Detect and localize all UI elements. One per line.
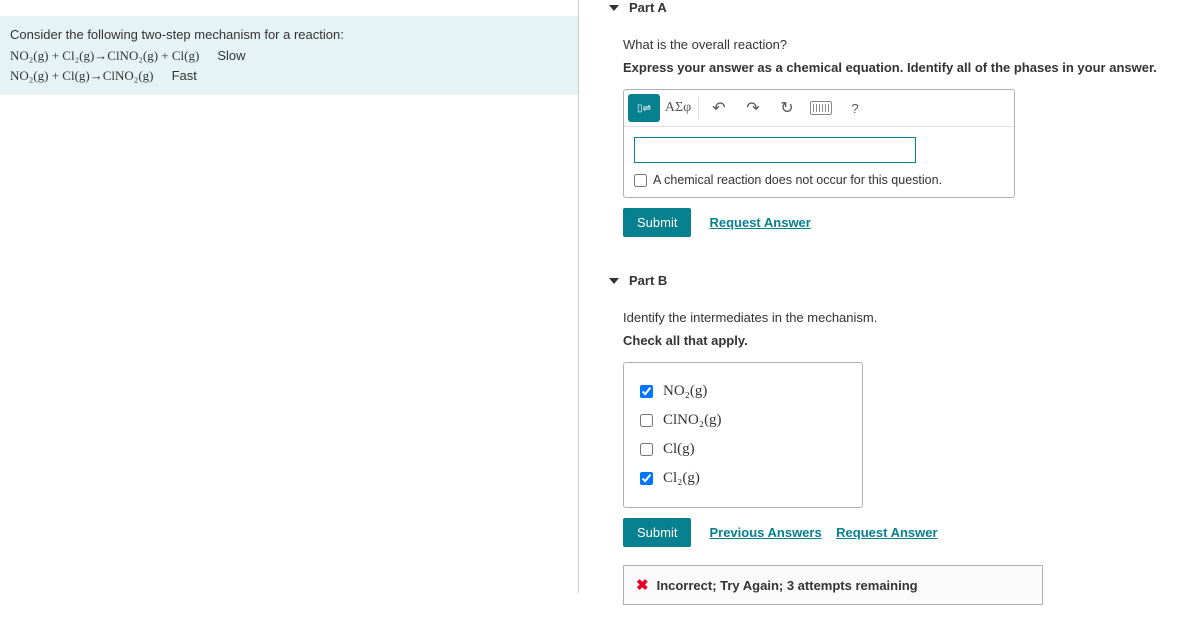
feedback-text: Incorrect; Try Again; 3 attempts remaini… <box>657 578 918 593</box>
part-b-actions: Submit Previous Answers Request Answer <box>623 518 1200 547</box>
option-label: Cl₂(g) <box>663 470 700 487</box>
part-b-instruction: Check all that apply. <box>623 333 1200 348</box>
submit-button[interactable]: Submit <box>623 208 691 237</box>
option-row: ClNO₂(g) <box>640 406 846 435</box>
option-row: NO₂(g) <box>640 377 846 406</box>
equation-input[interactable] <box>634 137 916 163</box>
submit-button[interactable]: Submit <box>623 518 691 547</box>
part-b-header[interactable]: Part B <box>609 273 1200 294</box>
problem-step1: NO₂(g) + Cl₂(g)→ClNO₂(g) + Cl(g) Slow <box>10 46 568 66</box>
part-a-actions: Submit Request Answer <box>623 208 1200 237</box>
option-label: Cl(g) <box>663 441 695 458</box>
caret-down-icon <box>609 278 619 284</box>
problem-statement-panel: Consider the following two-step mechanis… <box>0 16 578 95</box>
help-button[interactable]: ? <box>839 94 871 122</box>
redo-button[interactable]: ↷ <box>737 94 769 122</box>
undo-button[interactable]: ↶ <box>703 94 735 122</box>
caret-down-icon <box>609 5 619 11</box>
option-row: Cl(g) <box>640 435 846 464</box>
part-a-header[interactable]: Part A <box>609 0 1200 21</box>
option-checkbox-cl[interactable] <box>640 443 653 456</box>
equation-editor: ▯⇌ ΑΣφ ↶ ↷ ↻ ? A chemical reaction does … <box>623 89 1015 198</box>
options-box: NO₂(g) ClNO₂(g) Cl(g) Cl₂(g) <box>623 362 863 508</box>
answer-panel: Part A What is the overall reaction? Exp… <box>578 0 1200 593</box>
keyboard-icon <box>810 101 832 115</box>
part-a-question: What is the overall reaction? <box>623 37 1200 52</box>
option-checkbox-cl2[interactable] <box>640 472 653 485</box>
option-row: Cl₂(g) <box>640 464 846 493</box>
option-checkbox-no2[interactable] <box>640 385 653 398</box>
no-reaction-checkbox[interactable] <box>634 174 647 187</box>
option-checkbox-clno2[interactable] <box>640 414 653 427</box>
problem-box: Consider the following two-step mechanis… <box>0 16 578 95</box>
no-reaction-label: A chemical reaction does not occur for t… <box>653 173 942 187</box>
part-b-content: Identify the intermediates in the mechan… <box>597 294 1200 623</box>
greek-letters-button[interactable]: ΑΣφ <box>662 94 694 122</box>
feedback-box: ✖ Incorrect; Try Again; 3 attempts remai… <box>623 565 1043 605</box>
part-a-content: What is the overall reaction? Express yo… <box>597 21 1200 273</box>
no-reaction-row: A chemical reaction does not occur for t… <box>624 173 1014 197</box>
part-b-question: Identify the intermediates in the mechan… <box>623 310 1200 325</box>
editor-toolbar: ▯⇌ ΑΣφ ↶ ↷ ↻ ? <box>624 90 1014 127</box>
reset-button[interactable]: ↻ <box>771 94 803 122</box>
incorrect-icon: ✖ <box>636 576 649 594</box>
problem-intro: Consider the following two-step mechanis… <box>10 25 568 45</box>
option-label: ClNO₂(g) <box>663 412 722 429</box>
option-label: NO₂(g) <box>663 383 707 400</box>
previous-answers-link[interactable]: Previous Answers <box>709 525 821 540</box>
equation-input-area <box>624 127 1014 173</box>
request-answer-link[interactable]: Request Answer <box>709 215 810 230</box>
problem-step2: NO₂(g) + Cl(g)→ClNO₂(g) Fast <box>10 66 568 86</box>
template-button[interactable]: ▯⇌ <box>628 94 660 122</box>
request-answer-link[interactable]: Request Answer <box>836 525 937 540</box>
keyboard-button[interactable] <box>805 94 837 122</box>
part-a-instruction: Express your answer as a chemical equati… <box>623 60 1200 75</box>
